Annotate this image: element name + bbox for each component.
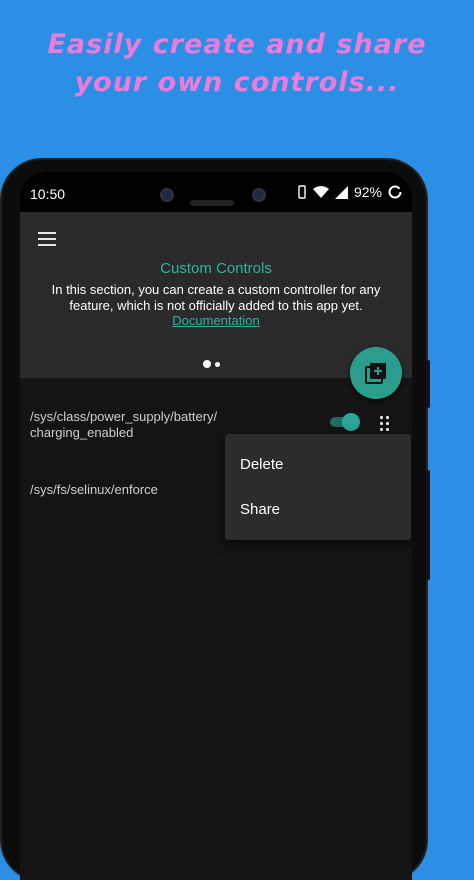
battery-ring-icon: [388, 185, 402, 199]
volume-button: [426, 360, 430, 408]
context-menu: Delete Share: [225, 434, 411, 540]
power-button: [426, 470, 430, 580]
front-camera: [160, 188, 174, 202]
section-title: Custom Controls: [160, 260, 272, 277]
page-indicator: [203, 360, 220, 368]
page-dot: [215, 361, 220, 367]
status-bar: 10:50 92%: [20, 172, 412, 212]
battery-percent: 92%: [353, 184, 382, 200]
promo-line-1: Easily create and share: [47, 29, 427, 60]
promo-line-2: your own controls...: [74, 67, 400, 98]
control-enable-toggle[interactable]: [330, 413, 360, 431]
app-screen: 10:50 92% Custom Controls In this sectio…: [20, 172, 412, 880]
promo-headline: Easily create and share your own control…: [0, 26, 474, 102]
wifi-icon: [312, 185, 329, 198]
add-library-icon: [365, 363, 386, 384]
sensor: [252, 188, 266, 202]
control-item-path[interactable]: /sys/class/power_supply/battery/ chargin…: [30, 409, 217, 441]
documentation-link[interactable]: Documentation: [20, 313, 412, 328]
section-header: Custom Controls In this section, you can…: [20, 212, 412, 378]
section-description: In this section, you can create a custom…: [51, 282, 381, 313]
vibrate-icon: [298, 185, 306, 199]
add-control-button[interactable]: [350, 347, 402, 399]
earpiece: [190, 200, 234, 206]
control-item-path[interactable]: /sys/fs/selinux/enforce: [30, 482, 158, 498]
hamburger-menu-icon[interactable]: [38, 232, 56, 246]
signal-icon: [334, 185, 348, 199]
menu-item-delete[interactable]: Delete: [240, 456, 283, 473]
drag-handle-icon[interactable]: [380, 416, 390, 432]
menu-item-share[interactable]: Share: [240, 501, 280, 518]
phone-frame: 10:50 92% Custom Controls In this sectio…: [2, 160, 430, 880]
status-time: 10:50: [30, 186, 66, 202]
page-dot-active: [203, 360, 211, 368]
